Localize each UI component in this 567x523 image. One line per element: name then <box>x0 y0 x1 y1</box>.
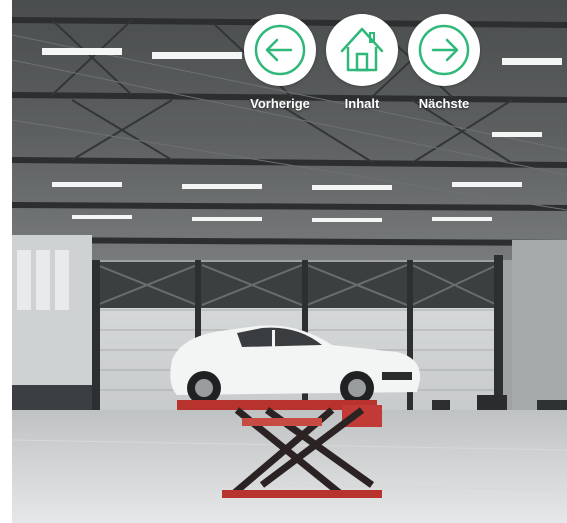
left-margin <box>0 0 12 523</box>
arrow-right-circle-icon <box>418 24 470 76</box>
house-icon <box>340 27 384 72</box>
next-label[interactable]: Nächste <box>394 96 494 111</box>
next-button[interactable]: Nächste <box>408 14 480 114</box>
navigation-bar: Vorherige Inhalt Nächste <box>244 14 480 114</box>
page: Vorherige Inhalt Nächste <box>0 0 567 523</box>
contents-circle[interactable] <box>326 14 398 86</box>
previous-button[interactable]: Vorherige <box>244 14 316 114</box>
next-circle[interactable] <box>408 14 480 86</box>
contents-button[interactable]: Inhalt <box>326 14 398 114</box>
arrow-left-circle-icon <box>254 24 306 76</box>
previous-circle[interactable] <box>244 14 316 86</box>
